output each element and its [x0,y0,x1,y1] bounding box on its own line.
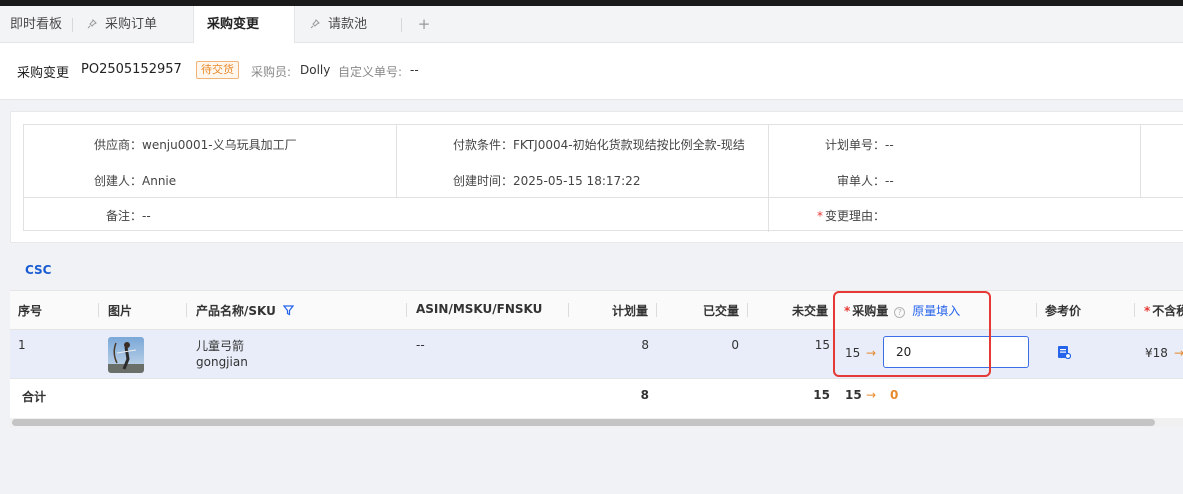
col-separator [98,303,99,317]
buyer-value: Dolly [300,63,331,77]
created-time-field: 创建时间：2025-05-15 18:17:22 [453,174,641,188]
table-row: 1 儿童弓箭 gongjian -- 8 0 15 15 → ¥18 [10,330,1183,379]
custom-no-value: -- [410,63,419,77]
buyer-label: 采购员: [251,65,292,79]
remark-field: 备注：-- [106,209,151,223]
product-sku: gongjian [196,355,248,369]
grid-divider [24,197,1183,198]
custom-no-label: 自定义单号: [338,65,403,79]
col-ref-price: 参考价 [1045,304,1082,318]
tab-separator [72,18,73,32]
reviewer-field: 审单人：-- [837,174,894,188]
col-separator [568,303,569,317]
row-delivered: 0 [731,338,739,352]
col-image: 图片 [108,304,133,318]
excl-tax-old: ¥18 [1145,346,1168,360]
row-undelivered: 15 [814,338,830,352]
total-label: 合计 [22,390,47,404]
creator-field: 创建人：Annie [94,174,177,188]
page-title: 采购变更 [17,66,70,81]
status-badge: 待交货 [196,61,239,79]
change-reason-field[interactable]: * 变更理由： [817,207,885,224]
tab-purchase-change[interactable]: 采购变更 [193,6,295,44]
col-separator [186,303,187,317]
total-undelivered: 15 [813,388,830,402]
scrollbar-thumb[interactable] [12,419,1155,426]
order-info-card: 供应商：wenju0001-义乌玩具加工厂 付款条件：FKTJ0004-初始化货… [10,111,1183,243]
col-excl-tax-label: 不含税 [1152,304,1183,318]
pin-icon[interactable] [87,19,97,29]
tab-bar: 即时看板 采购订单 采购变更 请款池 + [0,6,1183,44]
grid-divider [768,125,769,232]
col-product: 产品名称/SKU [196,302,295,319]
section-label: CSC [25,263,52,277]
row-planned: 8 [641,338,649,352]
total-purchase-arrow: → [866,388,877,402]
col-separator [747,303,748,317]
tab-purchase-order-label: 采购订单 [105,17,158,32]
col-separator [656,303,657,317]
horizontal-scrollbar[interactable] [10,418,1183,427]
tab-purchase-change-label: 采购变更 [207,17,260,32]
product-image[interactable] [108,337,144,373]
total-row: 合计 8 15 15 → 0 [10,379,1183,417]
col-separator [1134,303,1135,317]
total-planned: 8 [640,388,649,402]
col-separator [406,303,407,317]
payment-terms-field: 付款条件：FKTJ0004-初始化货款现结按比例全款-现结 [453,138,745,152]
product-table: 序号 图片 产品名称/SKU ASIN/MSKU/FNSKU 计划量 已交量 未… [10,290,1183,427]
tab-payment-pool-label: 请款池 [328,17,368,32]
supplier-field: 供应商：wenju0001-义乌玩具加工厂 [94,138,297,152]
filter-icon[interactable] [282,305,295,316]
add-tab-button[interactable]: + [416,6,432,43]
table-header: 序号 图片 产品名称/SKU ASIN/MSKU/FNSKU 计划量 已交量 未… [10,291,1183,330]
tab-purchase-order[interactable]: 采购订单 [87,6,157,43]
col-excl-tax: * 不含税 [1144,302,1183,319]
excl-tax-arrow: → [1174,346,1183,360]
total-purchase-old: 15 [845,388,862,402]
required-asterisk: * [1144,304,1151,318]
tab-dashboard[interactable]: 即时看板 [10,6,62,43]
col-planned: 计划量 [612,304,649,318]
grid-divider [396,125,397,197]
highlight-box [833,291,991,377]
row-seq: 1 [18,338,26,352]
col-undelivered: 未交量 [792,304,829,318]
change-reason-label: 变更理由： [825,209,886,223]
order-info-grid: 供应商：wenju0001-义乌玩具加工厂 付款条件：FKTJ0004-初始化货… [23,124,1183,232]
plan-number-field: 计划单号：-- [825,138,894,152]
required-asterisk: * [817,209,823,223]
col-delivered: 已交量 [703,304,740,318]
col-product-label: 产品名称/SKU [196,304,276,318]
total-purchase-new: 0 [890,388,899,402]
col-separator [1036,303,1037,317]
col-asin: ASIN/MSKU/FNSKU [416,302,543,316]
col-seq: 序号 [18,304,43,318]
tab-dashboard-label: 即时看板 [10,17,63,32]
pin-icon[interactable] [310,19,320,29]
tab-separator [401,18,402,32]
tab-payment-pool[interactable]: 请款池 [310,6,367,43]
row-asin: -- [416,338,425,352]
page-header: 采购变更 PO2505152957 待交货 采购员: Dolly 自定义单号: … [0,43,1183,100]
price-history-icon[interactable] [1057,345,1071,359]
product-name: 儿童弓箭 [196,339,245,353]
grid-divider [1140,125,1141,197]
po-number: PO2505152957 [81,62,182,77]
